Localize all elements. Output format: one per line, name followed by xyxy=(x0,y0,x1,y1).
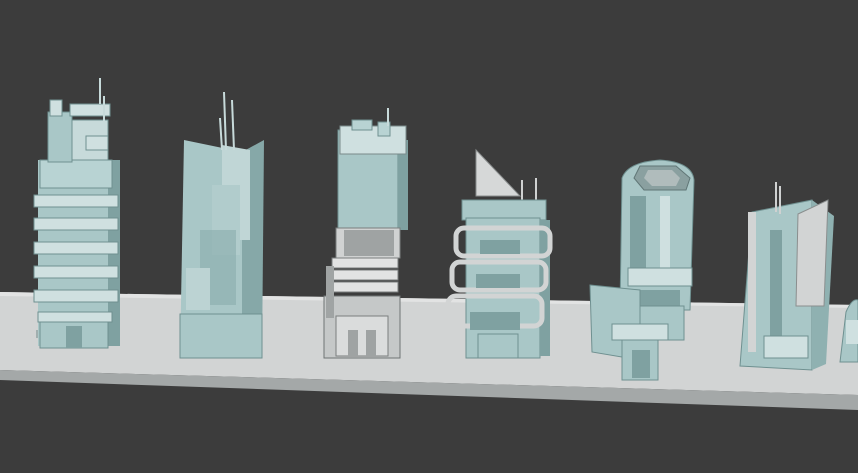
tower-ringed-balconies xyxy=(445,148,553,359)
3d-viewport xyxy=(0,0,858,473)
tower-stacked-floors xyxy=(33,78,120,349)
tower-grey-podium xyxy=(323,108,408,359)
building-models-scene xyxy=(0,78,858,410)
tower-angled-panels xyxy=(739,182,834,371)
ground-strip xyxy=(0,292,858,410)
tower-stepped-slab xyxy=(179,91,264,359)
